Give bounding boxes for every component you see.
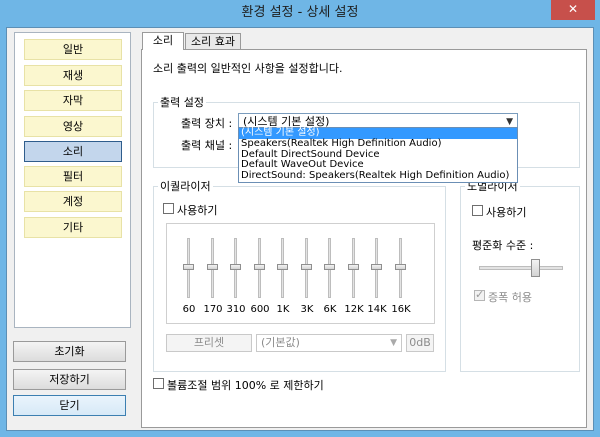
close-icon: ✕	[567, 2, 579, 16]
eq-slider-12K[interactable]	[348, 264, 359, 270]
eq-slider-600[interactable]	[254, 264, 265, 270]
volume-limit-checkbox[interactable]	[153, 378, 164, 389]
preset-value: (기본값)	[261, 336, 300, 349]
settings-window: 환경 설정 - 상세 설정 ✕ 일반 재생 자막 영상 소리 필터 계정 기타 …	[0, 0, 600, 437]
output-device-dropdown: (시스템 기본 설정) Speakers(Realtek High Defini…	[238, 127, 518, 183]
equalizer-enable-checkbox[interactable]	[163, 203, 174, 214]
category-filter[interactable]: 필터	[24, 166, 122, 187]
output-group-label: 출력 설정	[158, 94, 206, 110]
category-account[interactable]: 계정	[24, 191, 122, 212]
equalizer-enable-label: 사용하기	[177, 204, 218, 217]
category-etc[interactable]: 기타	[24, 217, 122, 238]
normalizer-enable-label: 사용하기	[486, 206, 527, 219]
eq-slider-3K[interactable]	[301, 264, 312, 270]
close-button[interactable]: 닫기	[13, 395, 126, 416]
equalizer-group-label: 이퀄라이저	[158, 178, 213, 194]
panel-description: 소리 출력의 일반적인 사항을 설정합니다.	[153, 62, 343, 75]
chevron-down-icon: ▼	[390, 338, 397, 348]
category-subtitle[interactable]: 자막	[24, 90, 122, 111]
eq-slider-1K[interactable]	[277, 264, 288, 270]
eq-slider-310[interactable]	[230, 264, 241, 270]
eq-slider-14K[interactable]	[371, 264, 382, 270]
output-device-label: 출력 장치 :	[181, 117, 233, 130]
category-video[interactable]: 영상	[24, 116, 122, 137]
eq-slider-6K[interactable]	[324, 264, 335, 270]
close-window-button[interactable]: ✕	[551, 0, 595, 20]
gain-value: 0dB	[406, 334, 434, 352]
eq-slider-170[interactable]	[207, 264, 218, 270]
volume-limit-label: 볼륨조절 범위 100% 로 제한하기	[167, 379, 324, 392]
category-list: 일반 재생 자막 영상 소리 필터 계정 기타	[14, 32, 131, 328]
amplify-checkbox[interactable]	[474, 288, 485, 301]
normalizer-level-slider[interactable]	[531, 259, 540, 277]
device-option[interactable]: DirectSound: Speakers(Realtek High Defin…	[239, 170, 517, 182]
normalizer-enable-checkbox[interactable]	[472, 205, 483, 216]
window-title: 환경 설정 - 상세 설정	[241, 5, 359, 20]
category-playback[interactable]: 재생	[24, 65, 122, 86]
save-button[interactable]: 저장하기	[13, 369, 126, 390]
normalizer-level-track	[479, 266, 563, 270]
device-option[interactable]: Speakers(Realtek High Definition Audio)	[239, 138, 517, 150]
preset-select[interactable]: (기본값) ▼	[256, 334, 402, 352]
eq-band-label: 16K	[391, 304, 411, 315]
category-sound[interactable]: 소리	[24, 141, 122, 162]
tab-sound[interactable]: 소리	[142, 32, 184, 50]
amplify-label: 증폭 허용	[488, 291, 532, 304]
output-channel-label: 출력 채널 :	[181, 139, 233, 152]
eq-slider-16K[interactable]	[395, 264, 406, 270]
preset-button[interactable]: 프리셋	[166, 334, 252, 352]
normalizer-level-label: 평준화 수준 :	[472, 239, 534, 252]
eq-slider-60[interactable]	[183, 264, 194, 270]
category-general[interactable]: 일반	[24, 39, 122, 60]
tab-sound-effects[interactable]: 소리 효과	[185, 33, 241, 50]
reset-button[interactable]: 초기화	[13, 341, 126, 362]
title-bar: 환경 설정 - 상세 설정	[0, 0, 600, 27]
